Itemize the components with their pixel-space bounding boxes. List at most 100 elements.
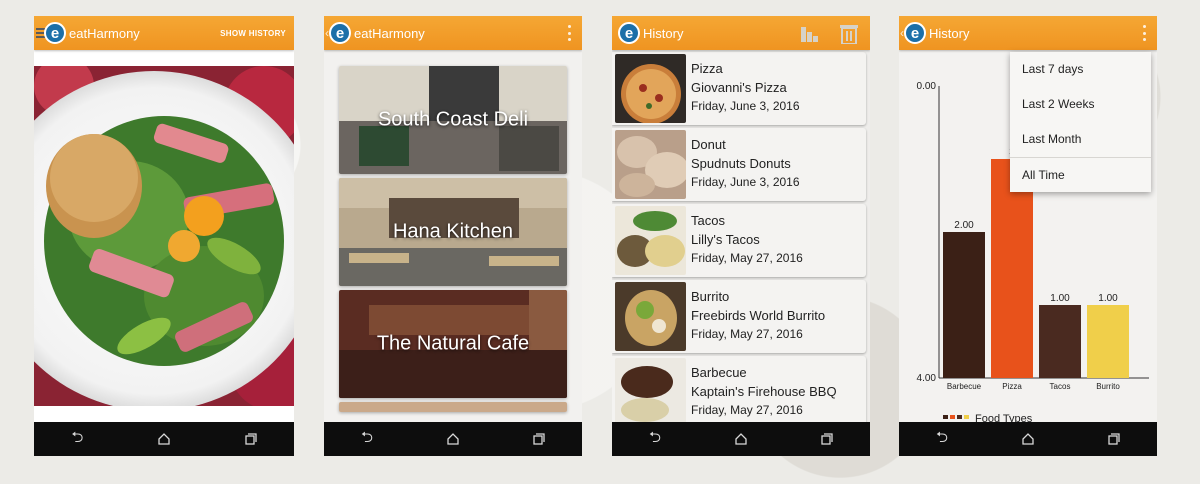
menu-item-all-time[interactable]: All Time: [1010, 157, 1151, 192]
back-chevron-icon[interactable]: ‹: [325, 26, 329, 40]
bar-tacos: [1039, 305, 1081, 378]
back-icon[interactable]: ⮌: [361, 427, 373, 452]
visit-date: Friday, June 3, 2016: [691, 175, 800, 189]
history-item-text: Barbecue Kaptain's Firehouse BBQ Friday,…: [691, 363, 837, 420]
phone-screen-history-chart: ‹ e History 4.000.002.00Barbecue3Pizza1.…: [899, 16, 1157, 456]
bar-value-label: 1.00: [1050, 293, 1070, 304]
back-chevron-icon[interactable]: ‹: [900, 26, 904, 40]
history-item-text: Donut Spudnuts Donuts Friday, June 3, 20…: [691, 135, 800, 192]
system-nav-bar: ⮌: [324, 422, 582, 456]
app-logo: e: [904, 22, 926, 44]
restaurant-name: Kaptain's Firehouse BBQ: [691, 384, 837, 399]
food-thumbnail: [615, 206, 686, 275]
history-item[interactable]: Donut Spudnuts Donuts Friday, June 3, 20…: [612, 128, 866, 201]
food-photo: [34, 66, 294, 406]
restaurant-card[interactable]: Hana Kitchen: [339, 178, 567, 286]
food-type: Burrito: [691, 289, 730, 304]
screen-content: ‹ e History 4.000.002.00Barbecue3Pizza1.…: [899, 16, 1157, 422]
home-icon[interactable]: [1022, 433, 1034, 445]
screen-content: ‹ e eatHarmony South Coast Deli Hana Kit…: [324, 16, 582, 422]
restaurant-name: South Coast Deli: [377, 108, 529, 131]
restaurant-name: Giovanni's Pizza: [691, 80, 787, 95]
history-item-text: Tacos Lilly's Tacos Friday, May 27, 2016: [691, 211, 803, 268]
app-title: History: [929, 25, 970, 41]
restaurant-card[interactable]: [339, 402, 567, 412]
screen-content: e History Pizza Giovanni's Pizza Friday,…: [612, 16, 870, 422]
system-nav-bar: ⮌: [612, 422, 870, 456]
history-range-menu: Last 7 days Last 2 Weeks Last Month All …: [1010, 52, 1151, 192]
recent-apps-icon[interactable]: [533, 433, 545, 445]
food-thumbnail: [615, 282, 686, 351]
recent-apps-icon[interactable]: [821, 433, 833, 445]
phone-screen-history: e History Pizza Giovanni's Pizza Friday,…: [612, 16, 870, 456]
system-nav-bar: ⮌: [34, 422, 294, 456]
bar-chart-icon[interactable]: [800, 24, 820, 42]
app-bar: ‹ e eatHarmony: [324, 16, 582, 50]
legend-swatch: [964, 415, 969, 419]
home-icon[interactable]: [447, 433, 459, 445]
back-icon[interactable]: ⮌: [649, 427, 661, 452]
home-icon[interactable]: [158, 433, 170, 445]
bar-burrito: [1087, 305, 1129, 378]
phone-screen-home: e eatHarmony SHOW HISTORY ⮌: [34, 16, 294, 456]
history-item-text: Burrito Freebirds World Burrito Friday, …: [691, 287, 825, 344]
app-title: eatHarmony: [354, 25, 425, 41]
menu-item-last-7-days[interactable]: Last 7 days: [1010, 52, 1151, 87]
restaurant-name: The Natural Cafe: [376, 332, 530, 355]
legend-label: Food Types: [975, 413, 1033, 422]
legend-swatch: [943, 415, 948, 419]
app-logo: e: [618, 22, 640, 44]
restaurant-photo: [339, 402, 567, 412]
bar-barbecue: [943, 232, 985, 378]
restaurant-card[interactable]: South Coast Deli: [339, 66, 567, 174]
back-icon[interactable]: ⮌: [71, 427, 83, 452]
food-type: Barbecue: [691, 365, 747, 380]
screen-content: e eatHarmony SHOW HISTORY: [34, 16, 294, 422]
app-bar: e eatHarmony SHOW HISTORY: [34, 16, 294, 50]
x-tick-label: Barbecue: [947, 382, 982, 391]
restaurant-name: Freebirds World Burrito: [691, 308, 826, 323]
y-tick-label: 0.00: [917, 81, 937, 92]
history-item[interactable]: Burrito Freebirds World Burrito Friday, …: [612, 280, 866, 353]
app-logo: e: [44, 22, 66, 44]
food-type: Donut: [691, 137, 726, 152]
home-icon[interactable]: [735, 433, 747, 445]
bar-value-label: 1.00: [1098, 293, 1118, 304]
history-item[interactable]: Tacos Lilly's Tacos Friday, May 27, 2016: [612, 204, 866, 277]
restaurant-name: Hana Kitchen: [392, 220, 514, 243]
y-tick-label: 4.00: [917, 373, 937, 384]
history-item-text: Pizza Giovanni's Pizza Friday, June 3, 2…: [691, 59, 800, 116]
app-logo: e: [329, 22, 351, 44]
app-title: eatHarmony: [69, 25, 140, 41]
app-bar: e History: [612, 16, 870, 50]
history-item[interactable]: Barbecue Kaptain's Firehouse BBQ Friday,…: [612, 356, 866, 422]
menu-item-last-month[interactable]: Last Month: [1010, 122, 1151, 157]
trash-icon[interactable]: [840, 24, 858, 44]
history-item[interactable]: Pizza Giovanni's Pizza Friday, June 3, 2…: [612, 52, 866, 125]
recent-apps-icon[interactable]: [1108, 433, 1120, 445]
recent-apps-icon[interactable]: [245, 433, 257, 445]
food-type: Pizza: [691, 61, 723, 76]
x-tick-label: Tacos: [1050, 382, 1071, 391]
x-tick-label: Pizza: [1002, 382, 1022, 391]
overflow-menu-icon[interactable]: [1143, 25, 1147, 41]
legend-swatch: [957, 415, 962, 419]
food-thumbnail: [615, 54, 686, 123]
back-icon[interactable]: ⮌: [936, 427, 948, 452]
restaurant-name: Spudnuts Donuts: [691, 156, 791, 171]
food-thumbnail: [615, 358, 686, 422]
visit-date: Friday, May 27, 2016: [691, 327, 803, 341]
visit-date: Friday, June 3, 2016: [691, 99, 800, 113]
restaurant-card[interactable]: The Natural Cafe: [339, 290, 567, 398]
app-bar: ‹ e History: [899, 16, 1157, 50]
phone-screen-restaurants: ‹ e eatHarmony South Coast Deli Hana Kit…: [324, 16, 582, 456]
food-type: Tacos: [691, 213, 725, 228]
restaurant-name: Lilly's Tacos: [691, 232, 760, 247]
system-nav-bar: ⮌: [899, 422, 1157, 456]
legend-swatch: [950, 415, 955, 419]
show-history-button[interactable]: SHOW HISTORY: [220, 29, 286, 38]
overflow-menu-icon[interactable]: [568, 25, 572, 41]
food-thumbnail: [615, 130, 686, 199]
menu-item-last-2-weeks[interactable]: Last 2 Weeks: [1010, 87, 1151, 122]
visit-date: Friday, May 27, 2016: [691, 403, 803, 417]
